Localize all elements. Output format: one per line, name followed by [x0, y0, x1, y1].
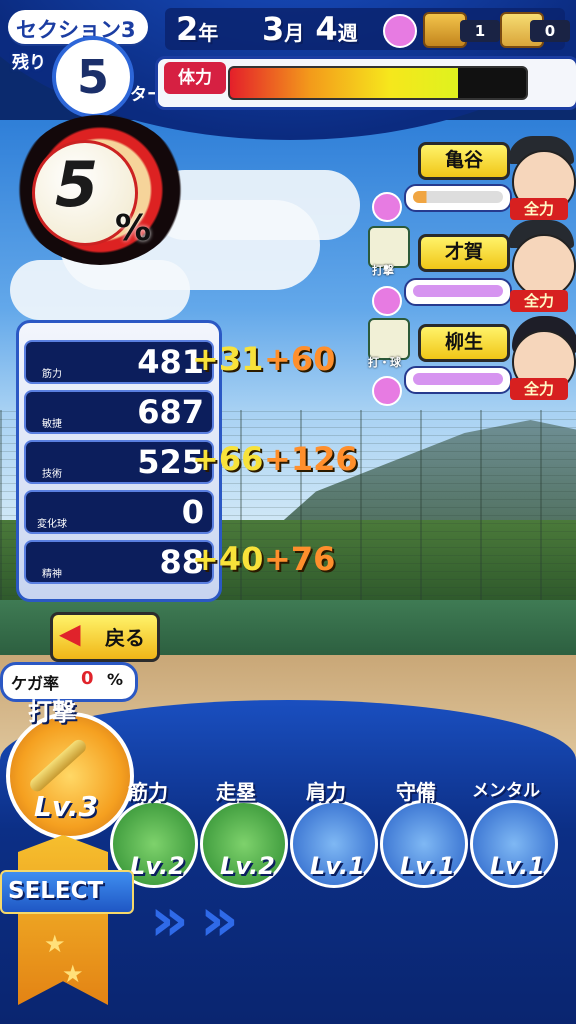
practice-level: Lv.2: [220, 852, 275, 880]
stat-row-spirit: 精神 88: [24, 540, 214, 584]
teammate-friendship-bar: [404, 184, 512, 212]
practice-title: 走塁: [216, 780, 256, 804]
stat-bonus-extra: +126: [264, 440, 358, 478]
date-month-week: 3月 4週: [262, 10, 358, 48]
turns-left: 5: [76, 50, 109, 104]
stat-value: 687: [137, 393, 204, 431]
teammate-name[interactable]: 柳生: [418, 324, 510, 362]
practice-title: 筋力: [128, 780, 168, 804]
mood-face-icon: [372, 192, 402, 222]
teammate-skill-caption: 打・球: [368, 356, 401, 369]
stat-bonus-base: +66: [192, 440, 264, 478]
stat-caption: 敏捷: [42, 419, 62, 430]
effort-badge: 全力: [510, 290, 568, 312]
arrow-left-icon: ◀: [59, 617, 81, 650]
header: セクション3 残り 5 ターン 2年 3月 4週 1 0 体力: [0, 0, 576, 118]
stat-caption: 精神: [42, 569, 62, 580]
stat-caption: 技術: [42, 469, 62, 480]
teammate-name[interactable]: 亀谷: [418, 142, 510, 180]
shoe-icon: 敏捷: [30, 394, 74, 430]
practice-level: Lv.3: [34, 790, 98, 823]
select-label: SELECT: [8, 878, 104, 904]
chest-gold-count: 1: [460, 20, 500, 42]
mood-face-icon[interactable]: [383, 14, 417, 48]
bat-icon: 技術: [30, 444, 74, 480]
chest-silver-count: 0: [530, 20, 570, 42]
injury-unit: %: [107, 670, 124, 689]
date-year: 2年: [176, 10, 218, 48]
stat-bonus-extra: +60: [264, 340, 336, 378]
chevron-right-icon: »: [150, 885, 189, 955]
stat-caption: 筋力: [42, 369, 62, 380]
dumbbell-icon: 筋力: [30, 344, 74, 380]
stat-bonus-base: +31: [192, 340, 264, 378]
stat-row-technique: 技術 525: [24, 440, 214, 484]
teammate-friendship-bar: [404, 366, 512, 394]
mood-face-icon: [372, 286, 402, 316]
stamina-label: 体力: [164, 62, 226, 94]
year-unit: 年: [198, 21, 219, 45]
teammate-name[interactable]: 才賀: [418, 234, 510, 272]
practice-level: Lv.1: [490, 852, 545, 880]
effort-badge: 全力: [510, 378, 568, 400]
injury-label: ケガ率: [11, 674, 60, 693]
teammate-friendship-bar: [404, 278, 512, 306]
stat-bonus-base: +40: [192, 540, 264, 578]
cloud: [10, 260, 190, 320]
spirit-icon: 精神: [30, 544, 74, 580]
effort-badge: 全力: [510, 198, 568, 220]
chance-unit: %: [115, 208, 152, 249]
pitch-icon: 変化球: [30, 494, 74, 530]
week-value: 4: [315, 10, 338, 48]
teammate-portrait[interactable]: [512, 234, 576, 298]
mood-face-icon: [372, 376, 402, 406]
remaining-label: 残り: [12, 53, 46, 73]
teammate-skill-caption: 打撃: [372, 264, 394, 277]
injury-value: 0: [81, 668, 94, 689]
practice-title: 守備: [396, 780, 436, 804]
practice-title: メンタル: [472, 781, 540, 801]
month-unit: 月: [284, 21, 305, 45]
stat-caption: 変化球: [37, 519, 67, 530]
year-value: 2: [176, 10, 199, 48]
star-icon: ★: [44, 930, 66, 958]
stamina-fill: [230, 68, 458, 98]
practice-level: Lv.1: [400, 852, 455, 880]
star-icon: ★: [62, 960, 84, 988]
chevron-right-icon: »: [200, 885, 239, 955]
practice-title: 打撃: [28, 698, 76, 726]
stat-bonus-extra: +76: [264, 540, 336, 578]
stat-row-agility: 敏捷 687: [24, 390, 214, 434]
stamina-bar: [228, 66, 528, 100]
stat-value: 0: [181, 493, 204, 531]
chance-value: 5: [55, 148, 99, 221]
practice-level: Lv.2: [130, 852, 185, 880]
practice-level: Lv.1: [310, 852, 365, 880]
turn-counter: 5: [52, 36, 134, 118]
back-button-label: 戻る: [105, 626, 145, 650]
stat-row-breaking-ball: 変化球 0: [24, 490, 214, 534]
practice-title: 肩力: [306, 780, 346, 804]
week-unit: 週: [337, 21, 358, 45]
stat-row-strength: 筋力 481: [24, 340, 214, 384]
back-button[interactable]: ◀ 戻る: [50, 612, 160, 662]
month-value: 3: [262, 10, 285, 48]
